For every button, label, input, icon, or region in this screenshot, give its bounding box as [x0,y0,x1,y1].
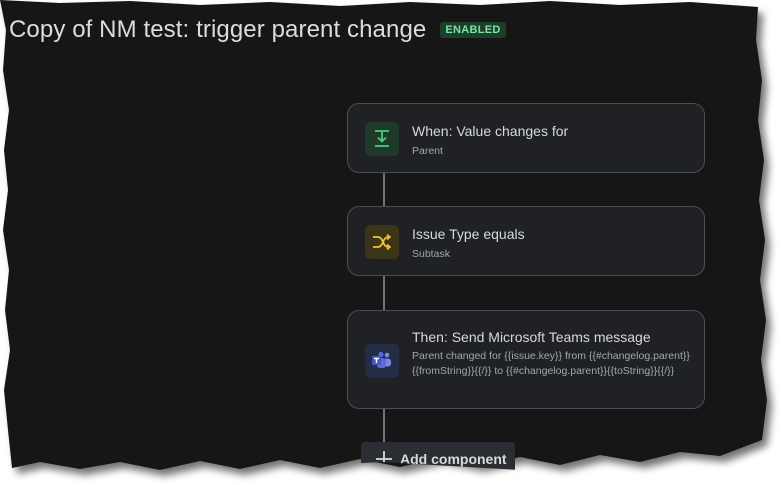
header: Copy of NM test: trigger parent change E… [9,16,506,44]
condition-subtitle: Subtask [412,248,450,260]
condition-title: Issue Type equals [412,226,525,242]
microsoft-teams-icon [365,344,399,378]
connector-line [383,408,385,444]
automation-canvas: Copy of NM test: trigger parent change E… [0,0,768,470]
action-title: Then: Send Microsoft Teams message [412,329,651,345]
trigger-card[interactable]: When: Value changes for Parent [347,103,705,173]
connector-line [383,275,385,311]
action-description: Parent changed for {{issue.key}} from {{… [412,350,690,377]
page-title: Copy of NM test: trigger parent change [9,16,427,43]
condition-card[interactable]: Issue Type equals Subtask [347,206,705,276]
shuffle-icon [365,225,399,259]
trigger-subtitle: Parent [412,145,443,157]
trigger-title: When: Value changes for [412,123,569,139]
status-badge: ENABLED [440,22,506,38]
action-card[interactable]: Then: Send Microsoft Teams message Paren… [347,310,705,409]
download-icon [365,122,399,156]
connector-line [383,172,385,208]
screenshot-frame: Copy of NM test: trigger parent change E… [0,0,781,485]
